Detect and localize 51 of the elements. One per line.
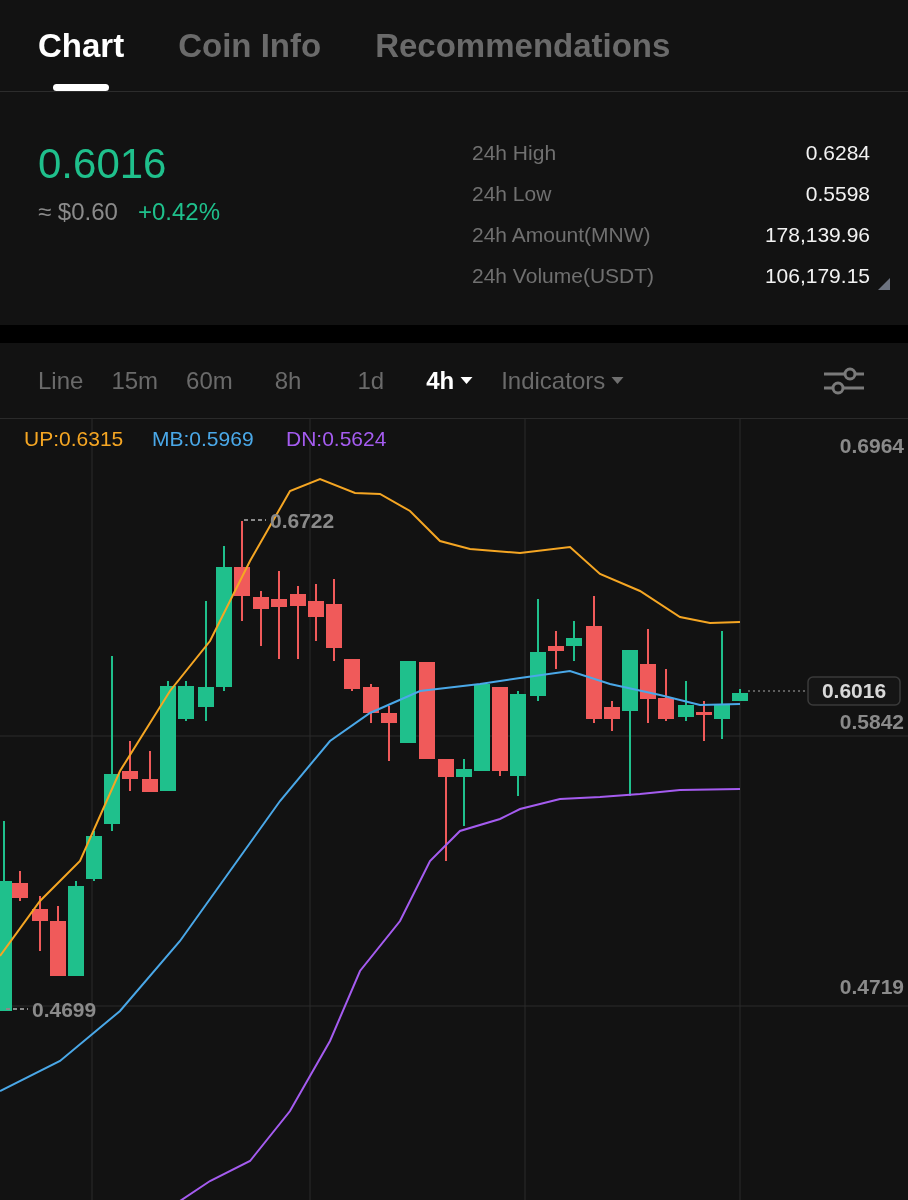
- interval-tab[interactable]: 15m: [97, 343, 173, 418]
- candle: [122, 740, 138, 792]
- candle: [566, 620, 582, 662]
- axis-label: 0.6964: [839, 434, 904, 457]
- interval-tab[interactable]: Line: [24, 343, 98, 418]
- price-change: +0.42%: [137, 198, 220, 226]
- stat-value: 0.6284: [805, 141, 870, 165]
- candle: [308, 583, 324, 642]
- interval-tab[interactable]: 1d: [329, 343, 413, 418]
- caret-icon[interactable]: [460, 376, 474, 385]
- candle: [86, 830, 102, 882]
- indicator-label: DN:0.5624: [286, 427, 387, 450]
- candle: [678, 680, 694, 722]
- settings-icon[interactable]: [824, 365, 864, 396]
- candle: [344, 658, 360, 692]
- stat-label: 24h Volume(USDT): [472, 264, 655, 288]
- candle: [696, 700, 712, 742]
- candle: [456, 758, 472, 827]
- interval-tab[interactable]: 60m: [172, 343, 247, 418]
- price-line: [747, 690, 807, 692]
- indicator-label: MB:0.5969: [152, 427, 254, 450]
- candle: [253, 590, 269, 647]
- stat-label: 24h Low: [472, 182, 552, 206]
- candle: [732, 688, 748, 702]
- candle: [363, 683, 379, 724]
- interval-tab[interactable]: 8h: [246, 343, 330, 418]
- stat-label: 24h High: [472, 141, 557, 165]
- interval-tab[interactable]: Indicators: [487, 343, 639, 418]
- stat-value: 0.5598: [805, 182, 870, 206]
- candle: [604, 700, 620, 732]
- candle: [658, 668, 674, 722]
- stat-label: 24h Amount(MNW): [472, 223, 651, 247]
- tab[interactable]: Recommendations: [375, 0, 671, 91]
- candle: [381, 705, 397, 762]
- candle: [142, 750, 158, 793]
- expand-triangle-icon[interactable]: [878, 278, 890, 290]
- last-price: 0.6016: [38, 140, 168, 188]
- tab[interactable]: Chart: [38, 0, 125, 91]
- indicator-label: UP:0.6315: [24, 427, 124, 450]
- candle: [178, 680, 194, 722]
- tab[interactable]: Coin Info: [178, 0, 322, 91]
- candle: [50, 905, 66, 977]
- interval-tab[interactable]: 4h: [412, 343, 488, 418]
- stat-value: 178,139.96: [764, 223, 870, 247]
- usd-price: ≈ $0.60: [38, 198, 118, 226]
- candle: [548, 630, 564, 670]
- axis-label: 0.4719: [839, 975, 904, 998]
- axis-label: 0.5842: [839, 710, 904, 733]
- candle: [32, 895, 48, 952]
- current-price-tag: 0.6016: [807, 676, 901, 706]
- stat-value: 106,179.15: [764, 264, 870, 288]
